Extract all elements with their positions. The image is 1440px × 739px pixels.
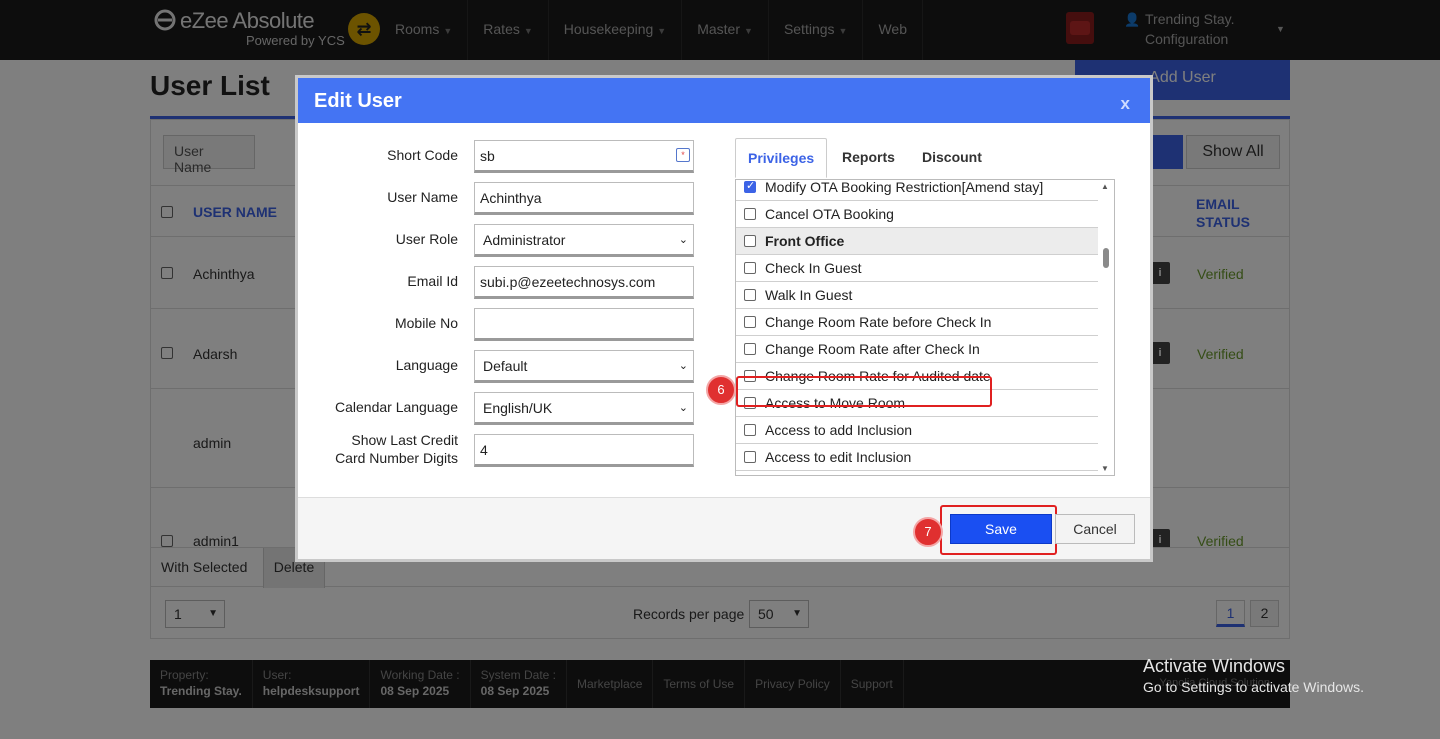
privilege-checkbox[interactable] (744, 424, 756, 436)
privilege-item[interactable]: Walk In Guest (736, 282, 1099, 309)
privilege-checkbox[interactable] (744, 289, 756, 301)
email-label: Email Id (407, 273, 458, 289)
chevron-down-icon: ⌄ (678, 234, 688, 246)
language-label: Language (395, 357, 458, 373)
dialog-title: Edit User (314, 90, 402, 112)
dialog-body: Short Code sb * User Name Achinthya User … (298, 123, 1150, 497)
user-role-select[interactable]: Administrator ⌄ (474, 224, 694, 257)
privilege-item[interactable]: Modify OTA Booking Restriction[Amend sta… (736, 180, 1099, 201)
edit-user-dialog: Edit User x Short Code sb * User Name Ach… (295, 75, 1153, 562)
scroll-up-icon[interactable]: ▲ (1101, 182, 1109, 191)
privilege-item[interactable]: Access to add Inclusion (736, 417, 1099, 444)
cancel-button[interactable]: Cancel (1055, 514, 1135, 544)
step-badge-7: 7 (913, 517, 943, 547)
email-input[interactable]: subi.p@ezeetechnosys.com (474, 266, 694, 299)
card-digits-input[interactable]: 4 (474, 434, 694, 467)
language-select[interactable]: Default ⌄ (474, 350, 694, 383)
user-name-label: User Name (387, 189, 458, 205)
mobile-label: Mobile No (394, 315, 458, 331)
close-icon[interactable]: x (1121, 94, 1130, 114)
privileges-list[interactable]: Modify OTA Booking Restriction[Amend sta… (735, 179, 1115, 476)
mobile-input[interactable] (474, 308, 694, 341)
scroll-down-icon[interactable]: ▼ (1101, 464, 1109, 473)
privilege-item[interactable]: Change Room Rate before Check In (736, 309, 1099, 336)
privilege-checkbox[interactable] (744, 235, 756, 247)
privilege-checkbox[interactable] (744, 208, 756, 220)
privilege-checkbox[interactable] (744, 180, 756, 193)
chevron-down-icon: ⌄ (678, 402, 688, 414)
keyboard-icon[interactable]: * (676, 148, 690, 162)
step-highlight-box (736, 376, 992, 407)
card-digits-label: Show Last Credit Card Number Digits (335, 432, 458, 466)
privilege-checkbox[interactable] (744, 343, 756, 355)
privilege-checkbox[interactable] (744, 451, 756, 463)
tab-privileges[interactable]: Privileges (735, 138, 828, 178)
step-badge-6: 6 (706, 375, 736, 405)
calendar-language-label: Calendar Language (335, 399, 458, 415)
privilege-checkbox[interactable] (744, 262, 756, 274)
short-code-label: Short Code (387, 147, 458, 163)
privilege-item[interactable]: Cancel OTA Booking (736, 201, 1099, 228)
user-role-label: User Role (395, 231, 458, 247)
calendar-language-select[interactable]: English/UK ⌄ (474, 392, 694, 425)
chevron-down-icon: ⌄ (678, 360, 688, 372)
windows-activation-watermark: Activate Windows Go to Settings to activ… (1143, 656, 1364, 695)
privileges-scrollbar[interactable]: ▲ ▼ (1098, 180, 1114, 475)
tab-discount[interactable]: Discount (922, 138, 982, 178)
dialog-header: Edit User x (298, 78, 1150, 123)
privilege-tabs: Privileges Reports Discount (735, 138, 1115, 178)
privilege-checkbox[interactable] (744, 316, 756, 328)
scroll-thumb[interactable] (1103, 248, 1109, 268)
privilege-item[interactable]: Access to edit Inclusion (736, 444, 1099, 471)
privilege-section-front-office[interactable]: Front Office (736, 228, 1099, 255)
short-code-input[interactable]: sb * (474, 140, 694, 173)
privilege-item[interactable]: Check In Guest (736, 255, 1099, 282)
tab-reports[interactable]: Reports (842, 138, 895, 178)
user-name-input[interactable]: Achinthya (474, 182, 694, 215)
privilege-change-room-rate-after-check-in[interactable]: Change Room Rate after Check In (736, 336, 1099, 363)
save-button[interactable]: Save (950, 514, 1052, 544)
dialog-footer: Save Cancel 7 (298, 497, 1150, 559)
